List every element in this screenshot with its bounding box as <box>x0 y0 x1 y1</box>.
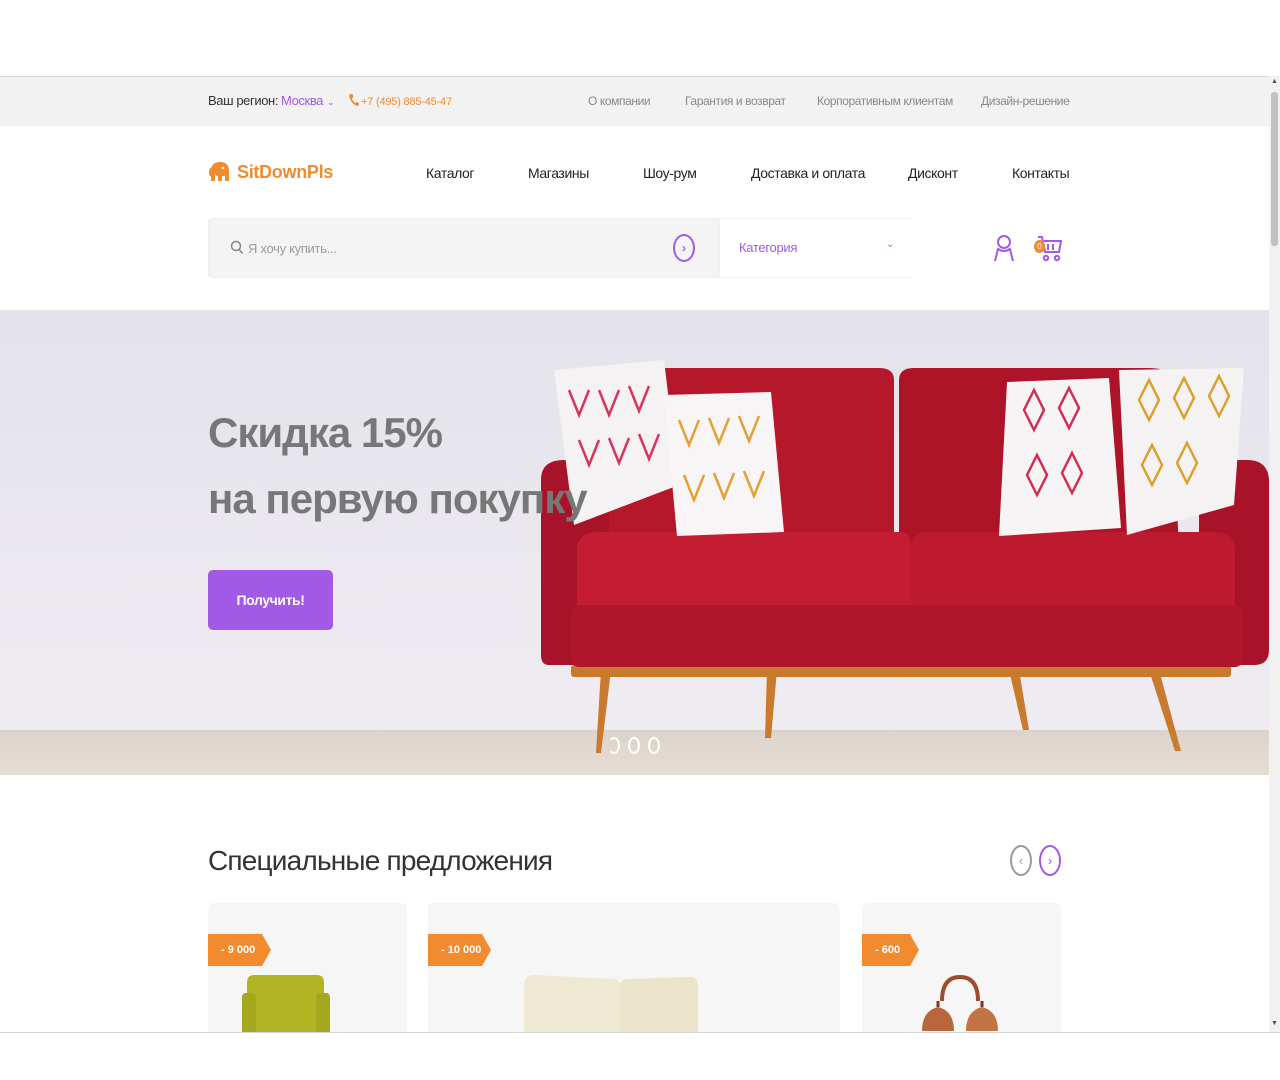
slider-dot-2[interactable] <box>628 737 640 754</box>
hero-title-line1: Скидка 15% <box>208 409 443 456</box>
nav-delivery[interactable]: Доставка и оплата <box>751 165 865 181</box>
nav-discount[interactable]: Дисконт <box>908 165 958 181</box>
phone-link[interactable]: +7 (495) 885-45-47 <box>348 93 452 108</box>
specials-title: Специальные предложения <box>208 845 553 876</box>
hero-banner: Скидка 15% на первую покупку Получить! <box>0 310 1269 775</box>
region-label: Ваш регион: <box>208 93 279 108</box>
red-sofa-image <box>541 360 1269 753</box>
nav-catalog[interactable]: Каталог <box>426 165 474 181</box>
chevron-down-icon[interactable]: ⌄ <box>327 97 335 107</box>
search-bar: Я хочу купить... › Категория ⌄ <box>208 218 914 278</box>
phone-icon <box>349 94 359 106</box>
user-icon[interactable] <box>993 234 1015 262</box>
hero-title: Скидка 15% на первую покупку <box>208 400 588 532</box>
chevron-right-icon: › <box>682 241 686 255</box>
nav-stores[interactable]: Магазины <box>528 165 589 181</box>
scroll-up-icon[interactable]: ▲ <box>1271 78 1278 86</box>
toplink-warranty[interactable]: Гарантия и возврат <box>685 94 786 108</box>
toplink-corporate[interactable]: Корпоративным клиентам <box>817 94 953 108</box>
region-city[interactable]: Москва <box>281 93 323 108</box>
toplink-design[interactable]: Дизайн-решение <box>981 94 1070 108</box>
browser-bottom-area <box>0 1032 1280 1080</box>
search-submit-button[interactable]: › <box>673 234 695 262</box>
scrollbar-thumb[interactable] <box>1271 92 1278 246</box>
chevron-down-icon: ⌄ <box>886 239 895 250</box>
logo[interactable]: SitDownPls <box>207 159 333 185</box>
elephant-logo-icon <box>209 162 229 181</box>
toplink-about[interactable]: О компании <box>588 94 651 108</box>
phone-number: +7 (495) 885-45-47 <box>361 96 452 108</box>
page-viewport: Ваш регион: Москва ⌄ +7 (495) 885-45-47 О … <box>0 76 1269 1032</box>
hero-cta-button[interactable]: Получить! <box>208 570 333 630</box>
nav-contacts[interactable]: Контакты <box>1012 165 1070 181</box>
category-select[interactable]: Категория ⌄ <box>719 219 914 277</box>
nav-showroom[interactable]: Шоу-рум <box>643 165 697 181</box>
slider-dot-3[interactable] <box>648 737 660 754</box>
region-selector[interactable]: Ваш регион: Москва ⌄ <box>208 93 335 108</box>
category-label: Категория <box>739 240 798 255</box>
scroll-down-icon[interactable]: ▼ <box>1271 1020 1278 1028</box>
cart-count-badge: 0 <box>1034 240 1045 253</box>
top-bar: Ваш регион: Москва ⌄ +7 (495) 885-45-47 О … <box>0 77 1269 126</box>
search-icon <box>230 240 244 254</box>
slider-dot-1[interactable] <box>608 737 620 754</box>
page-scrollbar[interactable]: ▲ ▼ <box>1269 76 1280 1032</box>
search-input[interactable]: Я хочу купить... <box>248 241 337 256</box>
browser-top-area <box>0 0 1280 76</box>
logo-text: SitDownPls <box>237 161 334 182</box>
hero-title-line2: на первую покупку <box>208 475 588 522</box>
